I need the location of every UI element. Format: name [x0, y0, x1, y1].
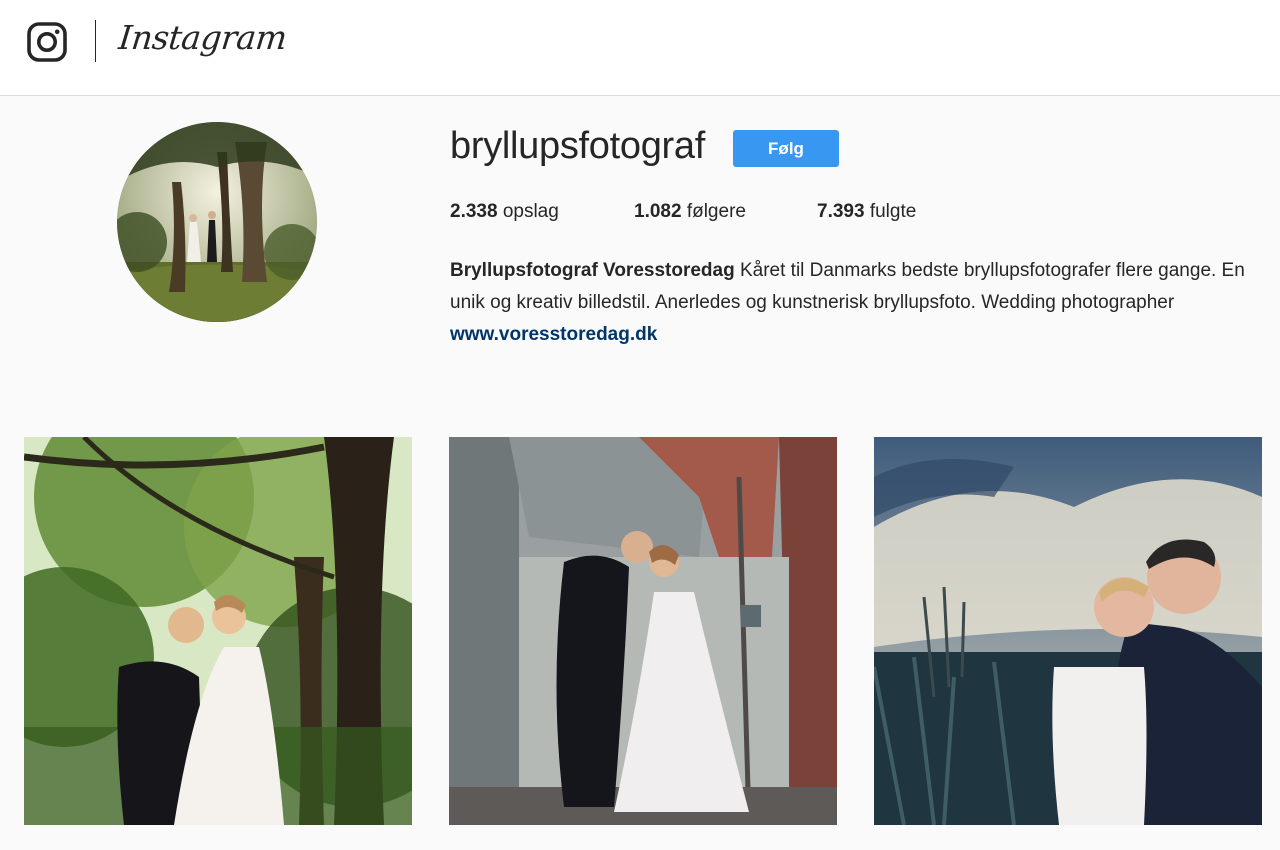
post-thumbnail[interactable]	[449, 437, 837, 825]
profile-bio: Bryllupsfotograf Voresstoredag Kåret til…	[450, 255, 1260, 351]
bio-full-name: Bryllupsfotograf Voresstoredag	[450, 260, 735, 281]
stat-following-label: fulgte	[869, 201, 917, 222]
bio-website-link[interactable]: www.voresstoredag.dk	[450, 319, 1260, 351]
post-thumbnail[interactable]	[874, 437, 1262, 825]
instagram-glyph-icon[interactable]	[27, 22, 67, 62]
logo-divider	[95, 20, 96, 62]
top-navigation-bar: Instagram	[0, 0, 1280, 96]
stat-following-count: 7.393	[817, 201, 865, 222]
stat-following[interactable]: 7.393 fulgte	[817, 201, 916, 223]
profile-avatar[interactable]	[117, 122, 317, 322]
stat-followers[interactable]: 1.082 følgere	[634, 201, 746, 223]
post-thumbnail[interactable]	[24, 437, 412, 825]
profile-username: bryllupsfotograf	[450, 125, 706, 167]
instagram-wordmark[interactable]: Instagram	[117, 18, 289, 57]
stat-followers-label: følgere	[686, 201, 746, 222]
stat-posts: 2.338 opslag	[450, 201, 559, 223]
stat-posts-count: 2.338	[450, 201, 498, 222]
stat-posts-label: opslag	[502, 201, 559, 222]
follow-button[interactable]: Følg	[733, 130, 839, 167]
stat-followers-count: 1.082	[634, 201, 682, 222]
